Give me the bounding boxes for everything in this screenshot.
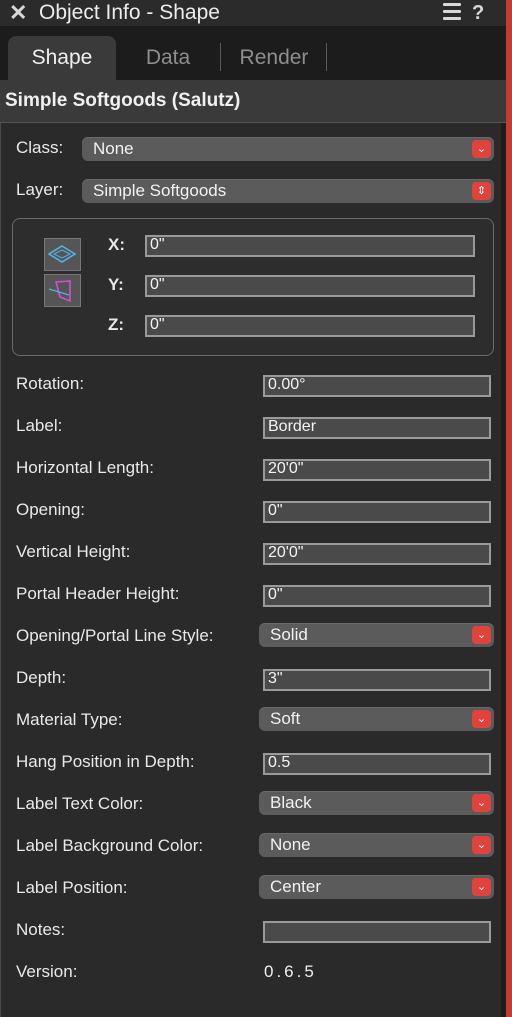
chevron-down-icon: ⌄ bbox=[472, 140, 491, 158]
line-style-popup[interactable]: Solid ⌄ bbox=[259, 623, 494, 647]
object-name: Simple Softgoods (Salutz) bbox=[5, 90, 241, 111]
vertical-height-field[interactable]: 20'0" bbox=[263, 543, 491, 565]
label-text-color-value: Black bbox=[270, 793, 312, 812]
window-edge bbox=[506, 0, 512, 1017]
notes-label: Notes: bbox=[16, 920, 66, 939]
horizontal-length-value: 20'0" bbox=[268, 460, 304, 477]
label-background-color-value: None bbox=[270, 835, 311, 854]
menu-icon[interactable] bbox=[443, 3, 461, 21]
rotation-field[interactable]: 0.00° bbox=[263, 375, 491, 397]
label-position-value: Center bbox=[270, 877, 322, 896]
chevron-down-icon: ⌄ bbox=[472, 794, 491, 812]
tab-render[interactable]: Render bbox=[228, 36, 320, 80]
material-type-popup[interactable]: Soft ⌄ bbox=[259, 707, 494, 731]
y-value: 0" bbox=[150, 276, 165, 293]
label-position-label: Label Position: bbox=[16, 878, 128, 897]
tab-bar: Shape Data Render bbox=[0, 26, 506, 80]
portal-header-height-field[interactable]: 0" bbox=[263, 585, 491, 607]
label-label: Label: bbox=[16, 416, 63, 435]
hang-position-value: 0.5 bbox=[268, 754, 291, 771]
version-value: 0.6.5 bbox=[264, 962, 317, 981]
top-plan-view-icon[interactable] bbox=[44, 238, 81, 271]
x-value: 0" bbox=[150, 236, 165, 253]
label-field[interactable]: Border bbox=[263, 417, 491, 439]
layer-popup[interactable]: Simple Softgoods ⇕ bbox=[82, 179, 494, 203]
3d-view-icon[interactable] bbox=[44, 274, 81, 307]
chevron-down-icon: ⌄ bbox=[472, 710, 491, 728]
notes-field[interactable] bbox=[263, 921, 491, 943]
chevron-down-icon: ⌄ bbox=[472, 878, 491, 896]
palette-title-bar: ✕ Object Info - Shape ? bbox=[0, 0, 506, 26]
horizontal-length-label: Horizontal Length: bbox=[16, 458, 154, 477]
class-label: Class: bbox=[16, 138, 64, 157]
y-field[interactable]: 0" bbox=[145, 275, 475, 297]
z-field[interactable]: 0" bbox=[145, 315, 475, 337]
opening-value: 0" bbox=[268, 502, 283, 519]
hang-position-field[interactable]: 0.5 bbox=[263, 753, 491, 775]
x-field[interactable]: 0" bbox=[145, 235, 475, 257]
tab-data[interactable]: Data bbox=[124, 36, 212, 80]
chevron-down-icon: ⌄ bbox=[472, 626, 491, 644]
portal-header-height-label: Portal Header Height: bbox=[16, 584, 180, 603]
close-icon[interactable]: ✕ bbox=[9, 1, 27, 25]
label-background-color-label: Label Background Color: bbox=[16, 836, 204, 855]
layer-value: Simple Softgoods bbox=[93, 181, 227, 200]
material-type-value: Soft bbox=[270, 709, 301, 728]
layer-label: Layer: bbox=[16, 180, 64, 199]
tab-separator bbox=[220, 43, 221, 71]
chevron-down-icon: ⌄ bbox=[472, 836, 491, 854]
up-down-chevron-icon: ⇕ bbox=[472, 182, 491, 200]
depth-value: 3" bbox=[268, 670, 283, 687]
x-label: X: bbox=[108, 235, 125, 254]
opening-label: Opening: bbox=[16, 500, 85, 519]
tab-shape[interactable]: Shape bbox=[8, 36, 116, 80]
label-value: Border bbox=[268, 418, 317, 435]
label-text-color-label: Label Text Color: bbox=[16, 794, 144, 813]
rotation-value: 0.00° bbox=[268, 376, 306, 393]
palette-title: Object Info - Shape bbox=[39, 1, 220, 24]
tab-separator bbox=[326, 43, 327, 71]
hang-position-label: Hang Position in Depth: bbox=[16, 752, 195, 771]
class-popup[interactable]: None ⌄ bbox=[82, 137, 494, 161]
z-label: Z: bbox=[108, 315, 125, 334]
line-style-value: Solid bbox=[270, 625, 308, 644]
vertical-height-value: 20'0" bbox=[268, 544, 304, 561]
opening-field[interactable]: 0" bbox=[263, 501, 491, 523]
z-value: 0" bbox=[150, 316, 165, 333]
version-label: Version: bbox=[16, 962, 78, 981]
label-position-popup[interactable]: Center ⌄ bbox=[259, 875, 494, 899]
vertical-height-label: Vertical Height: bbox=[16, 542, 131, 561]
portal-header-height-value: 0" bbox=[268, 586, 283, 603]
depth-label: Depth: bbox=[16, 668, 67, 687]
y-label: Y: bbox=[108, 275, 124, 294]
horizontal-length-field[interactable]: 20'0" bbox=[263, 459, 491, 481]
line-style-label: Opening/Portal Line Style: bbox=[16, 626, 214, 645]
label-background-color-popup[interactable]: None ⌄ bbox=[259, 833, 494, 857]
rotation-label: Rotation: bbox=[16, 374, 85, 393]
label-text-color-popup[interactable]: Black ⌄ bbox=[259, 791, 494, 815]
class-value: None bbox=[93, 139, 134, 158]
object-title-bar: Simple Softgoods (Salutz) bbox=[0, 80, 506, 123]
depth-field[interactable]: 3" bbox=[263, 669, 491, 691]
help-icon[interactable]: ? bbox=[472, 1, 484, 25]
material-type-label: Material Type: bbox=[16, 710, 123, 729]
